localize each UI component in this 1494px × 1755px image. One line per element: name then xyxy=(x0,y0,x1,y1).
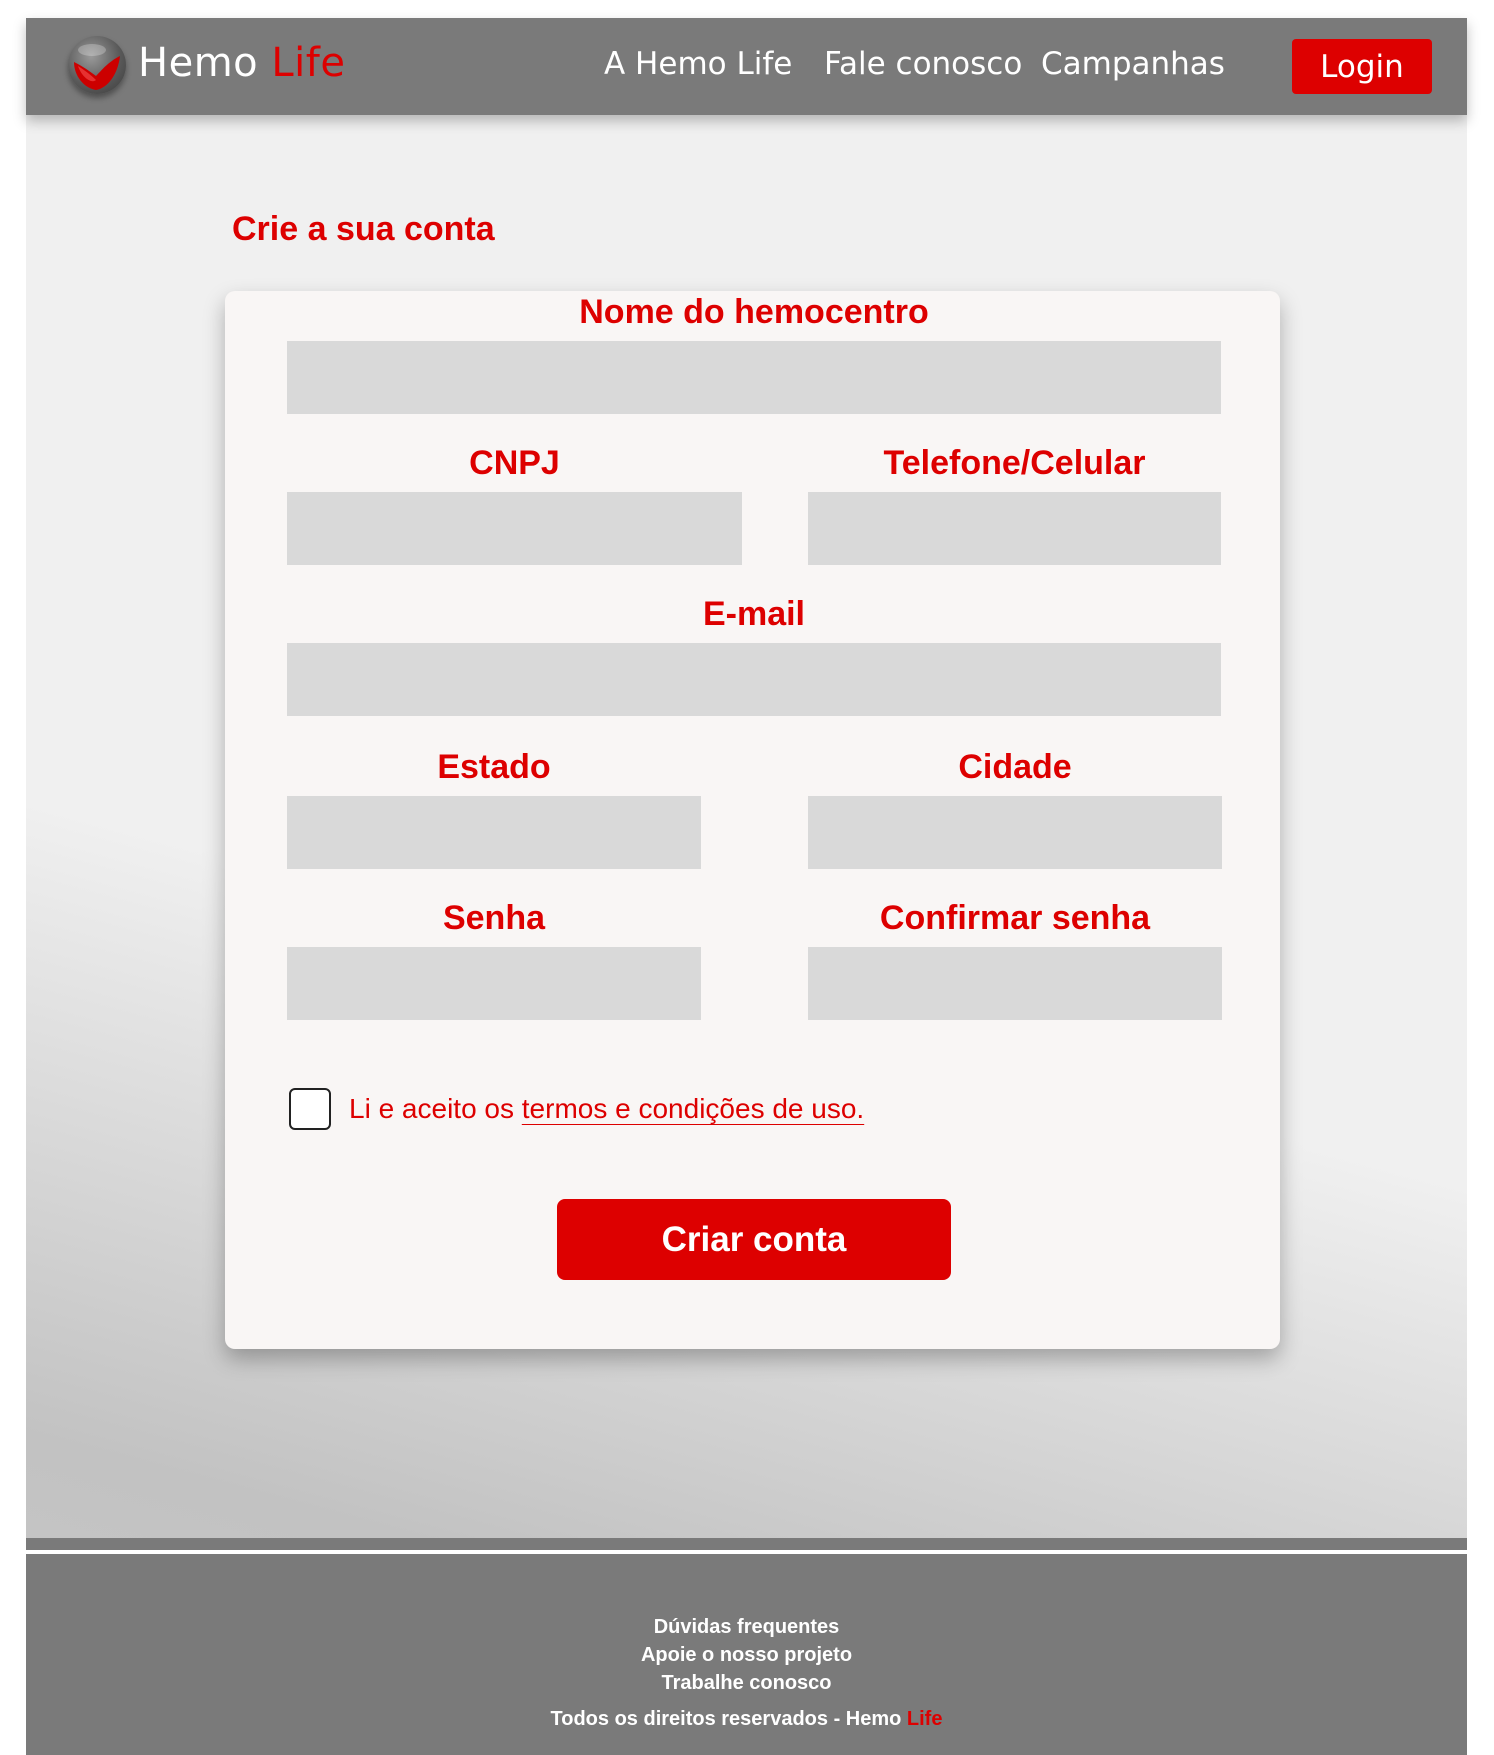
terms-text: Li e aceito os termos e condições de uso… xyxy=(349,1093,864,1125)
page-title: Crie a sua conta xyxy=(232,210,495,248)
page-background: Hemo Life A Hemo Life Fale conosco Campa… xyxy=(26,18,1467,1755)
footer-link-apoie[interactable]: Apoie o nosso projeto xyxy=(26,1644,1467,1667)
footer-link-duvidas[interactable]: Dúvidas frequentes xyxy=(26,1616,1467,1639)
signup-form-card: Nome do hemocentro CNPJ Telefone/Celular… xyxy=(225,291,1280,1349)
login-button[interactable]: Login xyxy=(1292,39,1432,94)
criar-conta-button[interactable]: Criar conta xyxy=(557,1199,951,1280)
nome-hemocentro-input[interactable] xyxy=(287,341,1221,414)
telefone-input[interactable] xyxy=(808,492,1221,565)
copyright-accent: Life xyxy=(906,1708,943,1730)
senha-label: Senha xyxy=(442,899,546,937)
nav-fale-conosco[interactable]: Fale conosco xyxy=(824,46,1022,82)
top-header: Hemo Life A Hemo Life Fale conosco Campa… xyxy=(26,18,1467,115)
blood-drop-globe-icon[interactable] xyxy=(68,36,126,94)
confirmar-senha-label: Confirmar senha xyxy=(879,899,1151,937)
footer-divider xyxy=(26,1550,1467,1554)
terms-prefix: Li e aceito os xyxy=(349,1093,522,1124)
copyright-main: Todos os direitos reservados - Hemo xyxy=(550,1708,907,1730)
email-label: E-mail xyxy=(702,595,806,633)
cnpj-label: CNPJ xyxy=(469,444,560,482)
estado-input[interactable] xyxy=(287,796,701,869)
terms-link[interactable]: termos e condições de uso. xyxy=(522,1093,864,1124)
confirmar-senha-input[interactable] xyxy=(808,947,1222,1020)
telefone-label: Telefone/Celular xyxy=(883,444,1146,482)
copyright-text: Todos os direitos reservados - Hemo Life xyxy=(26,1708,1467,1731)
brand-main: Hemo xyxy=(138,40,272,86)
brand-logo-text[interactable]: Hemo Life xyxy=(138,40,345,86)
email-input[interactable] xyxy=(287,643,1221,716)
footer: Dúvidas frequentes Apoie o nosso projeto… xyxy=(26,1538,1467,1755)
cidade-input[interactable] xyxy=(808,796,1222,869)
cnpj-input[interactable] xyxy=(287,492,742,565)
cidade-label: Cidade xyxy=(958,748,1072,786)
terms-checkbox[interactable] xyxy=(289,1088,331,1130)
senha-input[interactable] xyxy=(287,947,701,1020)
nav-campanhas[interactable]: Campanhas xyxy=(1041,46,1225,82)
nav-a-hemo-life[interactable]: A Hemo Life xyxy=(604,46,792,82)
estado-label: Estado xyxy=(437,748,551,786)
brand-accent: Life xyxy=(271,40,346,86)
nome-label: Nome do hemocentro xyxy=(579,293,929,331)
footer-link-trabalhe[interactable]: Trabalhe conosco xyxy=(26,1672,1467,1695)
